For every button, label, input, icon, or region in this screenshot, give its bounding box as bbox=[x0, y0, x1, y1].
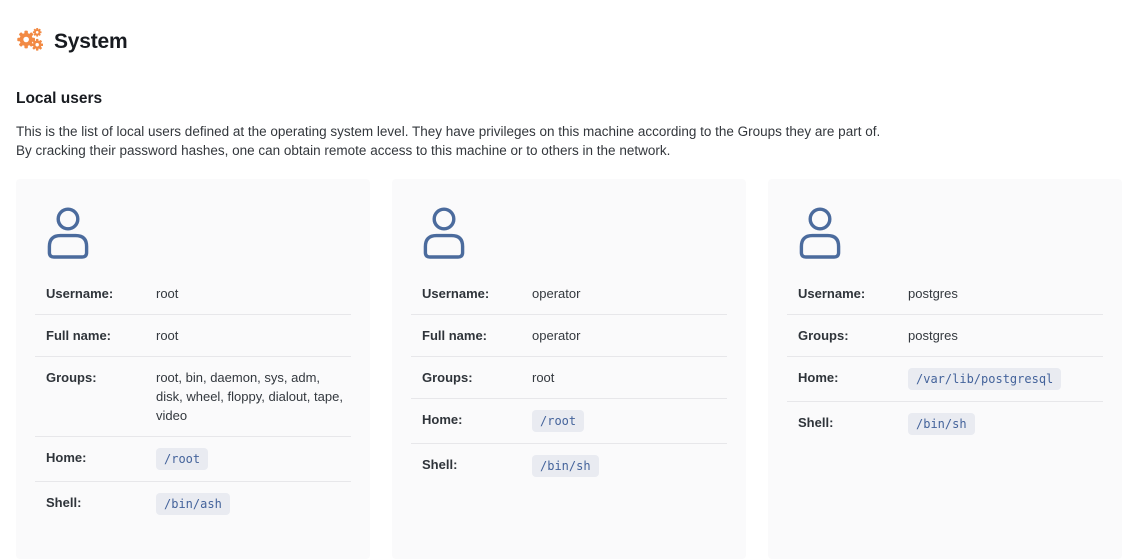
description-line-2: By cracking their password hashes, one c… bbox=[16, 143, 670, 158]
field-label: Groups: bbox=[422, 368, 532, 387]
user-cards: Username: root Full name: root Groups: r… bbox=[16, 179, 1122, 559]
field-value: /root bbox=[532, 410, 727, 432]
field-label: Full name: bbox=[422, 326, 532, 345]
field-row-groups: Groups: root, bin, daemon, sys, adm, dis… bbox=[35, 356, 351, 436]
field-value: /var/lib/postgresql bbox=[908, 368, 1103, 390]
field-label: Full name: bbox=[46, 326, 156, 345]
section-description: This is the list of local users defined … bbox=[16, 122, 1106, 160]
path-chip: /bin/ash bbox=[156, 493, 230, 515]
field-value: /root bbox=[156, 448, 351, 470]
path-chip: /root bbox=[532, 410, 584, 432]
field-value: operator bbox=[532, 284, 727, 303]
field-row-shell: Shell: /bin/sh bbox=[787, 401, 1103, 446]
field-value: operator bbox=[532, 326, 727, 345]
user-icon bbox=[798, 207, 1103, 259]
path-chip: /bin/sh bbox=[908, 413, 975, 435]
path-chip: /root bbox=[156, 448, 208, 470]
field-row-groups: Groups: root bbox=[411, 356, 727, 398]
user-card-operator: Username: operator Full name: operator G… bbox=[392, 179, 746, 559]
field-label: Home: bbox=[798, 368, 908, 387]
gears-icon bbox=[16, 27, 43, 57]
field-label: Username: bbox=[798, 284, 908, 303]
user-fields: Username: root Full name: root Groups: r… bbox=[35, 273, 351, 526]
field-row-shell: Shell: /bin/sh bbox=[411, 443, 727, 488]
path-chip: /var/lib/postgresql bbox=[908, 368, 1061, 390]
user-card-postgres: Username: postgres Groups: postgres Home… bbox=[768, 179, 1122, 559]
field-label: Home: bbox=[422, 410, 532, 429]
description-line-1: This is the list of local users defined … bbox=[16, 124, 880, 139]
field-label: Groups: bbox=[46, 368, 156, 387]
section-heading: Local users bbox=[16, 90, 1106, 108]
field-value: /bin/sh bbox=[908, 413, 1103, 435]
path-chip: /bin/sh bbox=[532, 455, 599, 477]
field-value: root bbox=[156, 326, 351, 345]
field-label: Shell: bbox=[798, 413, 908, 432]
field-row-home: Home: /var/lib/postgresql bbox=[787, 356, 1103, 401]
field-row-username: Username: postgres bbox=[787, 273, 1103, 314]
field-label: Home: bbox=[46, 448, 156, 467]
field-value: /bin/ash bbox=[156, 493, 351, 515]
user-icon bbox=[46, 207, 351, 259]
field-row-groups: Groups: postgres bbox=[787, 314, 1103, 356]
page-header: System bbox=[0, 0, 1122, 57]
field-row-username: Username: root bbox=[35, 273, 351, 314]
user-icon bbox=[422, 207, 727, 259]
user-fields: Username: postgres Groups: postgres Home… bbox=[787, 273, 1103, 446]
field-value: postgres bbox=[908, 284, 1103, 303]
field-label: Username: bbox=[422, 284, 532, 303]
field-row-shell: Shell: /bin/ash bbox=[35, 481, 351, 526]
field-row-username: Username: operator bbox=[411, 273, 727, 314]
user-card-root: Username: root Full name: root Groups: r… bbox=[16, 179, 370, 559]
page-title: System bbox=[54, 30, 128, 54]
field-row-fullname: Full name: root bbox=[35, 314, 351, 356]
field-label: Shell: bbox=[46, 493, 156, 512]
field-row-home: Home: /root bbox=[411, 398, 727, 443]
field-value: root bbox=[532, 368, 727, 387]
field-label: Username: bbox=[46, 284, 156, 303]
field-label: Groups: bbox=[798, 326, 908, 345]
field-row-home: Home: /root bbox=[35, 436, 351, 481]
field-value: root, bin, daemon, sys, adm, disk, wheel… bbox=[156, 368, 351, 425]
field-value: root bbox=[156, 284, 351, 303]
field-label: Shell: bbox=[422, 455, 532, 474]
field-value: /bin/sh bbox=[532, 455, 727, 477]
field-row-fullname: Full name: operator bbox=[411, 314, 727, 356]
user-fields: Username: operator Full name: operator G… bbox=[411, 273, 727, 488]
field-value: postgres bbox=[908, 326, 1103, 345]
